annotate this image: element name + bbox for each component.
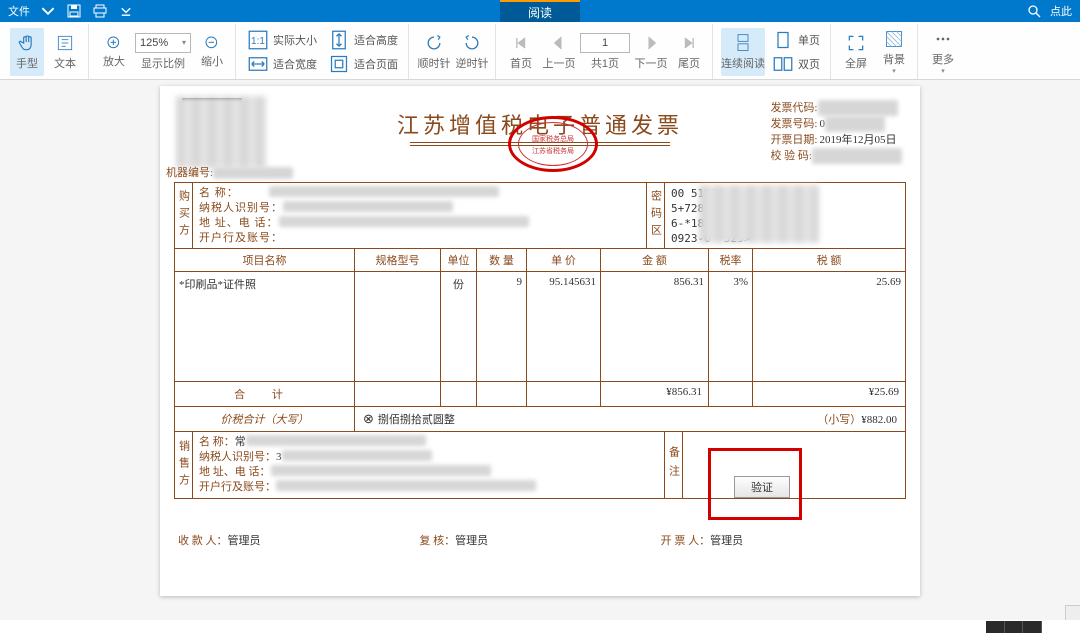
view-continuous-button[interactable]: 连续阅读 — [721, 28, 765, 76]
first-page-label: 首页 — [510, 55, 532, 71]
chevron-down-icon: ▾ — [182, 38, 186, 47]
view-double-button[interactable]: 双页 — [769, 53, 824, 75]
drawer-name: 管理员 — [710, 535, 743, 547]
print-icon[interactable] — [90, 1, 110, 21]
reviewer-name: 管理员 — [455, 535, 488, 547]
invoice-header: 江苏增值税电子普通发票 国家税务总局 江苏省税务局 发票代码:XXXXXXXXX… — [176, 96, 904, 168]
app-menubar: 文件 阅读 点此 — [0, 0, 1080, 22]
zoom-value: 125% — [140, 37, 168, 49]
signature-row: 收 款 人：管理员 复 核：管理员 开 票 人：管理员 — [178, 532, 902, 548]
svg-text:1:1: 1:1 — [251, 35, 265, 46]
fit-page-label: 适合页面 — [351, 56, 398, 72]
payee-name: 管理员 — [228, 535, 261, 547]
save-icon[interactable] — [64, 1, 84, 21]
item-name: *印刷品*证件照 — [175, 272, 355, 381]
taskbar-hint — [986, 621, 1042, 633]
seller-block: 名 称：常X 纳税人识别号：3X 地 址、电 话：X 开户行及账号：X — [193, 432, 665, 498]
zoom-out-button[interactable]: 缩小 — [195, 28, 229, 76]
items-header: 项目名称 规格型号 单位 数 量 单 价 金 额 税率 税 额 — [175, 249, 905, 272]
items-sum: 合 计 ¥856.31 ¥25.69 — [175, 382, 905, 407]
view-single-button[interactable]: 单页 — [769, 29, 824, 51]
fit-height-button[interactable]: 适合高度 — [325, 29, 402, 51]
buyer-section-label: 购买方 — [175, 183, 193, 248]
item-tax: 25.69 — [753, 272, 905, 381]
total-lower: ¥882.00 — [861, 414, 897, 426]
fit-height-label: 适合高度 — [351, 32, 398, 48]
tool-hand[interactable]: 手型 — [10, 28, 44, 76]
seller-section-label: 销售方 — [175, 432, 193, 498]
machine-number: 机器编号:XXXXXXXXXX — [166, 164, 293, 180]
zoom-combo[interactable]: 125% ▾ — [135, 33, 191, 53]
fit-actual-button[interactable]: 1:1 实际大小 — [244, 29, 321, 51]
last-page-label: 尾页 — [678, 55, 700, 71]
first-page-button[interactable]: 首页 — [504, 28, 538, 76]
more-button[interactable]: 更多 ▾ — [926, 28, 960, 76]
cipher-section-label: 密码区 — [647, 183, 665, 248]
cipher-block: 00 51304 5+728 36-752 6-*183 0923-0 *525… — [665, 183, 905, 248]
tab-read[interactable]: 阅读 — [500, 0, 580, 22]
item-unit: 份 — [441, 272, 477, 381]
search-placeholder[interactable]: 点此 — [1048, 3, 1074, 19]
quick-dropdown-icon[interactable] — [116, 1, 136, 21]
menu-file[interactable]: 文件 — [6, 3, 32, 19]
last-page-button[interactable]: 尾页 — [672, 28, 706, 76]
tool-text-select[interactable]: 文本 — [48, 28, 82, 76]
double-page-label: 双页 — [795, 56, 820, 72]
single-page-label: 单页 — [795, 32, 820, 48]
fullscreen-button[interactable]: 全屏 — [839, 28, 873, 76]
zoom-out-label: 缩小 — [201, 53, 223, 69]
ribbon-toolbar: 手型 文本 放大 125% ▾ 显示比例 缩小 1:1 实际大小 — [0, 22, 1080, 80]
invoice-table: 购买方 名 称：X 纳税人识别号：X 地 址、电 话：X 开户行及账号： 密码区… — [174, 182, 906, 499]
item-amount: 856.31 — [601, 272, 709, 381]
next-page-button[interactable]: 下一页 — [634, 28, 668, 76]
invoice-meta: 发票代码:XXXXXXXXXX 发票号码:0XXXXXXX 开票日期:2019年… — [770, 100, 902, 164]
background-label: 背景 — [883, 51, 905, 67]
rotate-ccw-label: 逆时针 — [456, 55, 489, 71]
sum-amount: ¥856.31 — [601, 382, 709, 406]
item-price: 95.145631 — [527, 272, 601, 381]
background-button[interactable]: 背景 ▾ — [877, 28, 911, 76]
chevron-down-icon: ▾ — [892, 67, 896, 75]
remark-section-label: 备注 — [665, 432, 683, 498]
verify-button[interactable]: 验证 — [734, 476, 790, 498]
chevron-down-icon: ▾ — [941, 67, 945, 75]
rotate-cw-label: 顺时针 — [418, 55, 451, 71]
item-rate: 3% — [709, 272, 753, 381]
more-label: 更多 — [932, 51, 954, 67]
page-number-input[interactable]: 1 — [580, 33, 630, 53]
scroll-corner — [1065, 605, 1080, 620]
continuous-label: 连续阅读 — [721, 55, 765, 71]
fit-page-button[interactable]: 适合页面 — [325, 53, 402, 75]
prev-page-button[interactable]: 上一页 — [542, 28, 576, 76]
document-viewport[interactable]: 江苏增值税电子普通发票 国家税务总局 江苏省税务局 发票代码:XXXXXXXXX… — [0, 80, 1080, 620]
search-icon[interactable] — [1024, 1, 1044, 21]
seller-row: 销售方 名 称：常X 纳税人识别号：3X 地 址、电 话：X 开户行及账号：X … — [175, 432, 905, 498]
rotate-ccw-button[interactable]: 逆时针 — [455, 28, 489, 76]
fit-width-button[interactable]: 适合宽度 — [244, 53, 321, 75]
zoom-scale-label: 显示比例 — [141, 55, 185, 71]
menu-dropdown-icon[interactable] — [38, 1, 58, 21]
prev-page-label: 上一页 — [543, 55, 576, 71]
fit-actual-label: 实际大小 — [270, 32, 317, 48]
zoom-in-label: 放大 — [103, 53, 125, 69]
tool-text-label: 文本 — [54, 55, 76, 71]
invoice-page: 江苏增值税电子普通发票 国家税务总局 江苏省税务局 发票代码:XXXXXXXXX… — [160, 86, 920, 596]
page-total-label: 共1页 — [591, 55, 619, 71]
fullscreen-label: 全屏 — [845, 55, 867, 71]
total-row: 价税合计（大写） ⊗捌佰捌拾贰圆整 （小写）¥882.00 — [175, 407, 905, 432]
total-upper: 捌佰捌拾贰圆整 — [378, 414, 455, 426]
fit-width-label: 适合宽度 — [270, 56, 317, 72]
sum-tax: ¥25.69 — [753, 382, 905, 406]
tool-hand-label: 手型 — [16, 55, 38, 71]
next-page-label: 下一页 — [635, 55, 668, 71]
buyer-block: 名 称：X 纳税人识别号：X 地 址、电 话：X 开户行及账号： — [193, 183, 647, 248]
items-body: *印刷品*证件照 份 9 95.145631 856.31 3% 25.69 — [175, 272, 905, 382]
zoom-in-button[interactable]: 放大 — [97, 28, 131, 76]
rotate-cw-button[interactable]: 顺时针 — [417, 28, 451, 76]
item-qty: 9 — [477, 272, 527, 381]
